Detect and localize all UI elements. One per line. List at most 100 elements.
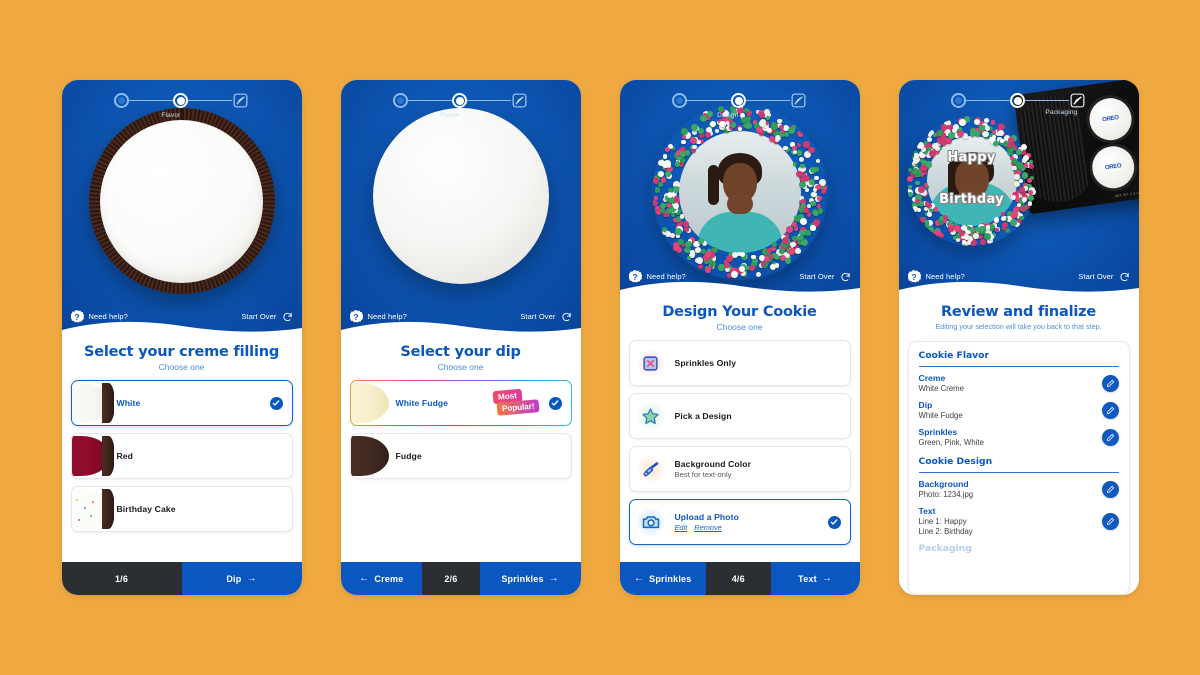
pencil-icon — [1106, 517, 1115, 526]
sprinkle — [995, 228, 999, 232]
edit-background-button[interactable] — [1102, 481, 1119, 498]
option-upload-a-photo[interactable]: Upload a Photo Edit Remove — [629, 499, 851, 545]
option-label: White Fudge — [396, 398, 491, 408]
sprinkle — [740, 252, 745, 257]
option-links: Edit Remove — [675, 523, 828, 532]
edit-dip-button[interactable] — [1102, 402, 1119, 419]
sprinkle — [817, 196, 822, 201]
sprinkle — [952, 128, 957, 133]
next-button[interactable]: Sprinkles → — [480, 562, 581, 595]
step-dot-2-active[interactable]: Design — [731, 93, 746, 108]
sprinkle — [687, 256, 691, 260]
step-label-active: Flavor — [161, 112, 180, 119]
start-over-label: Start Over — [520, 312, 555, 321]
start-over-button[interactable]: Start Over — [799, 271, 850, 282]
option-icon-wrap — [630, 341, 672, 385]
step-dot-2-active[interactable] — [1010, 93, 1025, 108]
need-help-button[interactable]: ? Need help? — [908, 270, 965, 283]
step-dot-1[interactable] — [114, 93, 129, 108]
start-over-label: Start Over — [241, 312, 276, 321]
option-pick-a-design[interactable]: Pick a Design — [629, 393, 851, 439]
next-button-label: Dip — [226, 574, 241, 584]
step-cookie-icon[interactable] — [232, 92, 249, 109]
sprinkle — [800, 218, 807, 225]
progress-stepper: Flavor — [62, 92, 302, 109]
sprinkle — [796, 171, 803, 178]
need-help-label: Need help? — [368, 312, 407, 321]
sprinkle — [655, 187, 661, 193]
step-cookie-icon[interactable]: Packaging — [1069, 92, 1086, 109]
sprinkle — [927, 212, 932, 217]
start-over-button[interactable]: Start Over — [241, 311, 292, 322]
sprinkle — [673, 246, 679, 252]
sprinkle — [821, 189, 827, 195]
cookie-brand-text: OREO — [1101, 115, 1118, 123]
step-cookie-icon[interactable] — [790, 92, 807, 109]
sprinkle — [771, 123, 778, 130]
start-over-label: Start Over — [799, 272, 834, 281]
need-help-label: Need help? — [647, 272, 686, 281]
edit-creme-button[interactable] — [1102, 375, 1119, 392]
start-over-button[interactable]: Start Over — [520, 311, 571, 322]
sprinkle — [696, 257, 703, 264]
option-label: Upload a Photo — [675, 512, 828, 522]
step-dot-1[interactable] — [393, 93, 408, 108]
option-background-color[interactable]: Background Color Best for text-only — [629, 446, 851, 492]
sprinkle — [973, 233, 979, 239]
need-help-button[interactable]: ? Need help? — [350, 310, 407, 323]
review-row-text: Text Line 1: Happy Line 2: Birthday — [919, 506, 1102, 536]
option-sprinkles-only[interactable]: Sprinkles Only — [629, 340, 851, 386]
step-dot-1[interactable] — [951, 93, 966, 108]
arrow-right-icon: → — [822, 573, 832, 584]
sprinkle — [680, 151, 686, 157]
step-dot-1[interactable] — [672, 93, 687, 108]
sprinkle — [937, 130, 943, 136]
sprinkle — [690, 137, 697, 144]
sprinkle — [970, 132, 975, 137]
sprinkle — [818, 208, 823, 213]
step-line-1 — [687, 100, 731, 102]
review-row-value-line1: Line 1: Happy — [919, 517, 1102, 526]
option-label: Birthday Cake — [117, 504, 292, 514]
edit-sprinkles-button[interactable] — [1102, 429, 1119, 446]
step-dot-2-active[interactable]: Flavor — [173, 93, 188, 108]
page-title: Design Your Cookie — [629, 304, 851, 320]
option-fudge[interactable]: Fudge — [350, 433, 572, 479]
step-line-2 — [1025, 100, 1069, 102]
next-button[interactable]: Text → — [771, 562, 860, 595]
thumb-fudge — [351, 434, 393, 478]
sprinkle — [700, 115, 707, 122]
thumb-white-fudge — [351, 381, 393, 425]
sprinkle — [773, 254, 779, 260]
back-button[interactable]: ← Sprinkles — [620, 562, 706, 595]
remove-link[interactable]: Remove — [694, 523, 722, 532]
option-red[interactable]: Red — [71, 433, 293, 479]
back-button[interactable]: ← Creme — [341, 562, 423, 595]
step-cookie-icon[interactable] — [511, 92, 528, 109]
next-button[interactable]: Dip → — [182, 562, 302, 595]
option-sublabel: Best for text-only — [675, 470, 850, 479]
option-label: Red — [117, 451, 292, 461]
sprinkle — [745, 123, 751, 129]
sprinkle — [982, 131, 989, 138]
review-row-text: Dip White Fudge — [919, 400, 1102, 420]
photo-subject-braid — [708, 165, 719, 205]
content-review: Review and finalize Editing your selecti… — [899, 295, 1139, 595]
option-white-fudge[interactable]: White Fudge Most Popular! — [350, 380, 572, 426]
sprinkle — [1011, 211, 1018, 218]
option-birthday-cake[interactable]: Birthday Cake — [71, 486, 293, 532]
hero-review: Packaging OREO OREO NET WT 2.2 oz (63g) — [899, 80, 1139, 295]
edit-link[interactable]: Edit — [675, 523, 688, 532]
option-white[interactable]: White — [71, 380, 293, 426]
sprinkle — [948, 132, 955, 139]
edit-text-button[interactable] — [1102, 513, 1119, 530]
sprinkle — [675, 161, 681, 167]
need-help-button[interactable]: ? Need help? — [71, 310, 128, 323]
review-row-text: Sprinkles Green, Pink, White — [919, 427, 1102, 447]
step-dot-2-active[interactable]: Flavor — [452, 93, 467, 108]
sprinkle — [671, 213, 675, 217]
sprinkle — [782, 237, 789, 244]
start-over-button[interactable]: Start Over — [1078, 271, 1129, 282]
cookie-text-line-1: Happy — [907, 150, 1037, 165]
need-help-button[interactable]: ? Need help? — [629, 270, 686, 283]
